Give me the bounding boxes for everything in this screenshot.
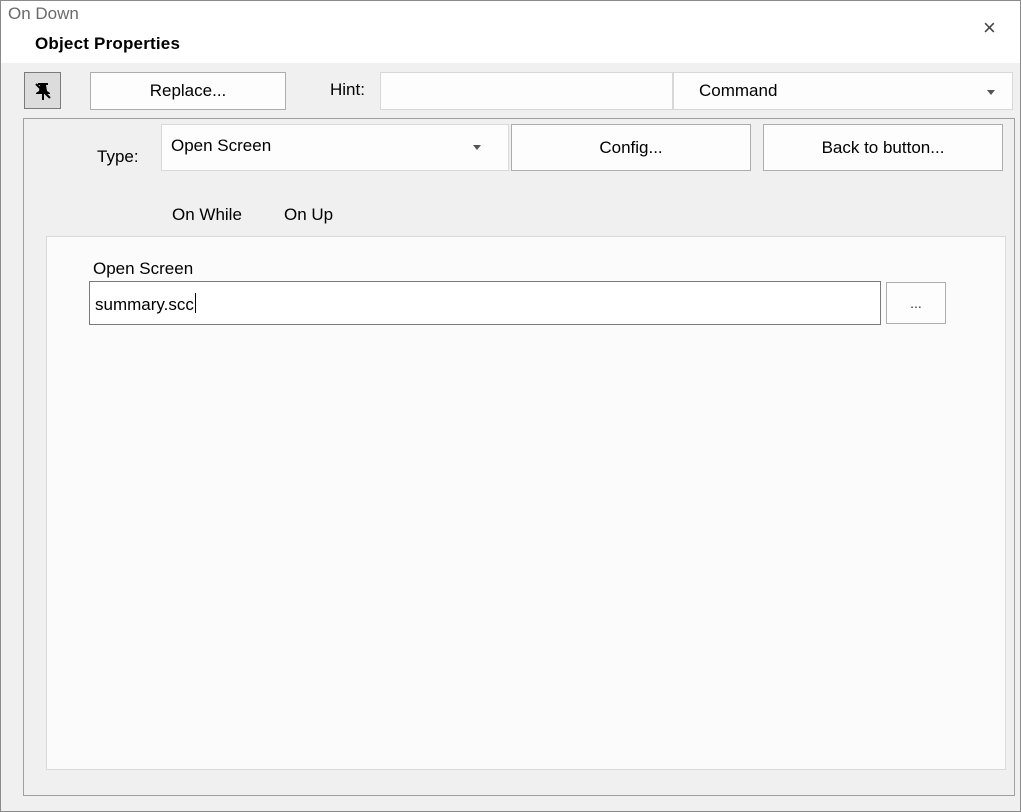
back-to-button[interactable]: Back to button... [763,124,1003,171]
chevron-down-icon [473,145,481,150]
mode-select[interactable]: Command [673,72,1013,110]
type-select[interactable]: Open Screen [161,124,509,171]
open-screen-input[interactable]: summary.scc [89,281,881,325]
tab-on-down-label: On Down [8,4,79,23]
tab-on-while[interactable]: On While [172,205,242,225]
hint-label: Hint: [330,80,365,99]
browse-button[interactable]: ... [886,282,946,324]
mode-select-value: Command [699,81,778,100]
type-label: Type: [97,147,139,166]
hint-input[interactable] [380,72,673,110]
type-select-value: Open Screen [171,136,272,155]
title-bar: Object Properties × [1,1,1020,63]
pin-button[interactable] [24,72,61,109]
config-button[interactable]: Config... [511,124,751,171]
tab-on-up[interactable]: On Up [284,205,333,225]
close-icon[interactable]: × [983,17,996,39]
open-screen-value: summary.scc [95,295,194,314]
open-screen-label: Open Screen [93,259,194,278]
text-caret [194,293,196,313]
pushpin-icon [34,82,51,100]
window-title: Object Properties [35,34,181,53]
replace-button[interactable]: Replace... [90,72,286,110]
chevron-down-icon [987,90,995,95]
